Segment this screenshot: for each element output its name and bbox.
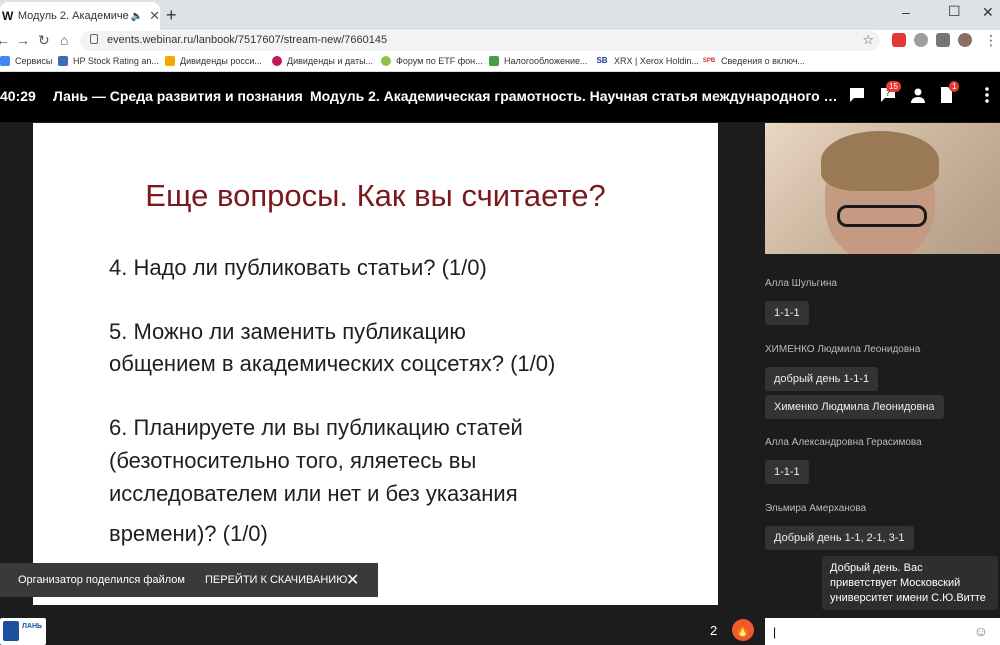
chat-icon[interactable]: [848, 86, 866, 104]
more-menu-icon[interactable]: [978, 86, 996, 104]
message-tooltip: Добрый день. Вас приветствует Московский…: [822, 556, 998, 610]
browser-tab-strip: W Модуль 2. Академическая г 🔈 ✕ + – ☐ ✕: [0, 0, 1000, 30]
slide-title: Еще вопросы. Как вы считаете?: [145, 178, 606, 213]
browser-menu-icon[interactable]: ⋮: [984, 32, 998, 49]
emoji-icon[interactable]: ☺: [974, 623, 988, 639]
address-bar[interactable]: events.webinar.ru/lanbook/7517607/stream…: [80, 31, 880, 51]
lan-logo: ЛАНЬ: [0, 618, 46, 645]
event-title: Модуль 2. Академическая грамотность. Нау…: [310, 88, 838, 104]
chat-message: добрый день 1-1-1: [765, 367, 879, 391]
back-button[interactable]: ←: [0, 32, 10, 48]
home-button[interactable]: ⌂: [60, 32, 68, 48]
url-text[interactable]: events.webinar.ru/lanbook/7517607/stream…: [107, 34, 387, 46]
extensions-puzzle-icon[interactable]: [936, 33, 950, 47]
browser-toolbar: ← → ↻ ⌂ events.webinar.ru/lanbook/751760…: [0, 30, 1000, 52]
question-5-line-1: 5. Можно ли заменить публикацию: [109, 319, 466, 344]
chat-input-box[interactable]: ☺: [765, 618, 1000, 645]
bookmarks-bar: Сервисы HP Stock Rating an... Дивиденды …: [0, 52, 1000, 72]
extension-abp-icon[interactable]: [892, 33, 906, 47]
forum-icon: [381, 56, 391, 66]
circle-icon: [272, 56, 282, 66]
chat-author: ХИМЕНКО Людмила Леонидовна: [765, 344, 921, 355]
chat-message: 1-1-1: [765, 460, 809, 484]
sb-icon: SB: [596, 56, 608, 65]
logo-text: ЛАНЬ: [22, 623, 43, 630]
toast-close-icon[interactable]: ✕: [346, 570, 359, 590]
spb-icon: SPB: [702, 58, 716, 64]
window-close-button[interactable]: ✕: [982, 4, 994, 21]
chat-input[interactable]: [765, 618, 965, 645]
bookmark-item[interactable]: SPB Сведения о включ...: [702, 56, 805, 66]
question-5-line-2: общением в академических соцсетях? (1/0): [109, 351, 556, 376]
tab-title: Модуль 2. Академическая г: [17, 10, 129, 22]
question-6-line-3: исследователем или нет и без указания: [109, 481, 518, 506]
reactions-count: 2: [710, 623, 718, 638]
lock-icon[interactable]: [90, 34, 98, 44]
chat-author: Алла Шульгина: [765, 278, 837, 289]
question-6-line-1: 6. Планируете ли вы публикацию статей: [109, 415, 523, 440]
presenter-glasses: [837, 205, 927, 227]
fire-reaction-button[interactable]: 🔥: [732, 619, 754, 641]
presenter-video[interactable]: [765, 123, 1000, 254]
stream-timer: 40:29: [0, 88, 36, 104]
toast-message: Организатор поделился файлом: [18, 574, 185, 586]
chat-message: 1-1-1: [765, 301, 809, 325]
questions-badge: 15: [886, 81, 901, 92]
browser-tab[interactable]: W Модуль 2. Академическая г 🔈 ✕: [0, 2, 160, 30]
bookmark-item[interactable]: Дивиденды и даты...: [272, 56, 373, 66]
files-badge: 1: [949, 81, 960, 92]
bookmark-item[interactable]: Налогообложение...: [489, 56, 588, 66]
question-6-line-2: (безотносительно того, яляетесь вы: [109, 448, 477, 473]
question-4: 4. Надо ли публиковать статьи? (1/0): [109, 255, 487, 280]
bars-icon: [489, 56, 499, 66]
bookmark-item[interactable]: Сервисы: [0, 56, 52, 66]
extension-icon[interactable]: [914, 33, 928, 47]
bookmark-star-icon[interactable]: ☆: [862, 32, 874, 48]
tab-close-icon[interactable]: ✕: [149, 8, 160, 24]
new-tab-button[interactable]: +: [166, 5, 177, 26]
apps-icon: [0, 56, 10, 66]
go-to-download-button[interactable]: ПЕРЕЙТИ К СКАЧИВАНИЮ: [205, 574, 347, 586]
chat-message: Хименко Людмила Леонидовна: [765, 395, 944, 419]
chat-author: Эльмира Амерханова: [765, 503, 867, 514]
window-maximize-button[interactable]: ☐: [948, 3, 961, 20]
profile-avatar-icon[interactable]: [958, 33, 972, 47]
presentation-slide: Еще вопросы. Как вы считаете? 4. Надо ли…: [33, 123, 718, 605]
reload-button[interactable]: ↻: [38, 32, 50, 49]
lan-deer-icon: [3, 621, 19, 641]
chat-author: Алла Александровна Герасимова: [765, 437, 922, 448]
window-minimize-button[interactable]: –: [902, 4, 910, 20]
webinar-favicon-icon: W: [2, 9, 14, 23]
bookmark-item[interactable]: Дивиденды росси...: [165, 56, 262, 66]
organization-name[interactable]: Лань — Среда развития и познания: [53, 88, 303, 104]
question-6-line-4: времени)? (1/0): [109, 521, 268, 546]
webinar-header: 40:29 Лань — Среда развития и познания М…: [0, 72, 1000, 122]
participants-icon[interactable]: [909, 86, 927, 104]
chart-icon: [165, 56, 175, 66]
chat-message: Добрый день 1-1, 2-1, 3-1: [765, 526, 914, 550]
presenter-hair: [821, 131, 939, 191]
bookmark-item[interactable]: Форум по ETF фон...: [381, 56, 483, 66]
bookmark-item[interactable]: HP Stock Rating an...: [58, 56, 159, 66]
bookmark-item[interactable]: SB XRX | Xerox Holdin...: [595, 56, 698, 66]
forward-button[interactable]: →: [16, 32, 30, 48]
speaker-icon[interactable]: 🔈: [131, 11, 143, 22]
page-icon: [58, 56, 68, 66]
file-shared-toast: Организатор поделился файлом ПЕРЕЙТИ К С…: [0, 563, 378, 597]
